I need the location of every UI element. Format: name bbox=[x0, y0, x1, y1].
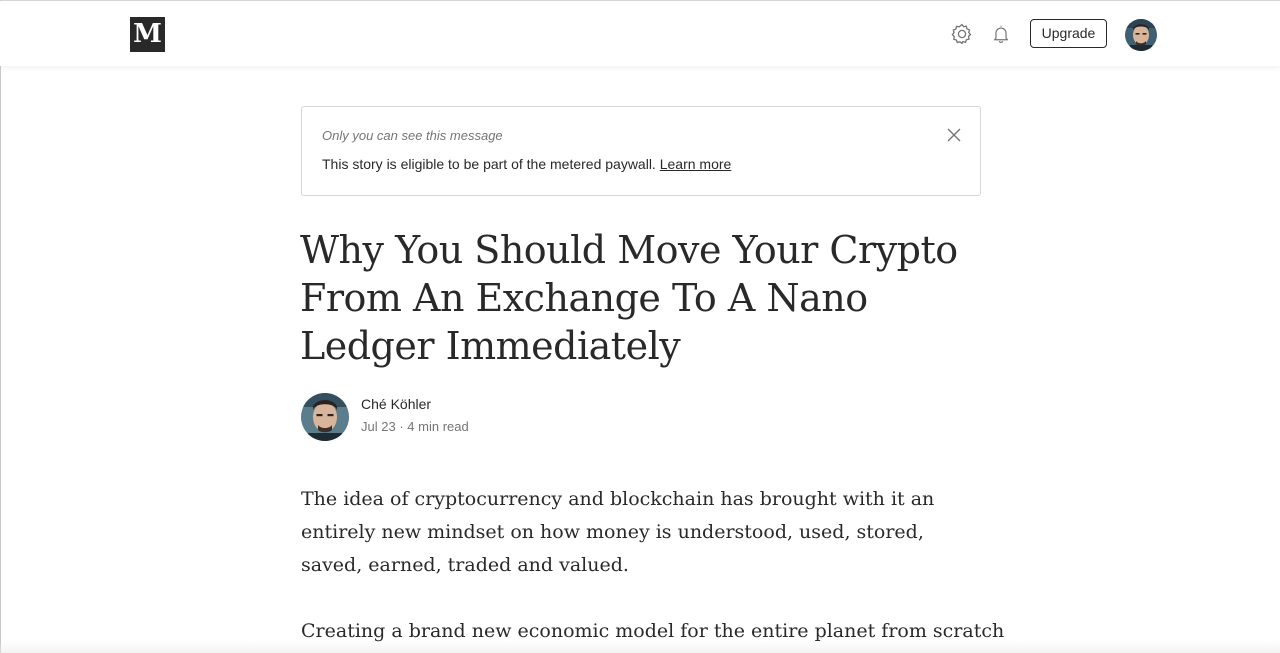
notice-title: Only you can see this message bbox=[322, 128, 503, 143]
publish-date: Jul 23 bbox=[361, 419, 396, 434]
gear-icon[interactable] bbox=[949, 21, 975, 47]
user-avatar[interactable] bbox=[1125, 19, 1157, 51]
upgrade-button[interactable]: Upgrade bbox=[1030, 19, 1107, 48]
notice-body-text: This story is eligible to be part of the… bbox=[322, 156, 656, 172]
notice-body: This story is eligible to be part of the… bbox=[322, 156, 731, 172]
close-icon[interactable] bbox=[944, 125, 964, 145]
author-name[interactable]: Ché Köhler bbox=[361, 396, 431, 412]
article-paragraph: The idea of cryptocurrency and blockchai… bbox=[301, 488, 935, 576]
author-avatar[interactable] bbox=[301, 393, 349, 441]
paywall-notice: Only you can see this message This story… bbox=[301, 106, 981, 196]
learn-more-link[interactable]: Learn more bbox=[660, 156, 732, 172]
top-navigation-bar: M Upgrade bbox=[0, 1, 1280, 66]
meta-separator: · bbox=[399, 419, 404, 434]
article-meta: Jul 23 · 4 min read bbox=[361, 419, 469, 434]
article-paragraph: Creating a brand new economic model for … bbox=[301, 620, 1005, 642]
bell-icon[interactable] bbox=[988, 21, 1014, 47]
read-time: 4 min read bbox=[407, 419, 469, 434]
window-left-edge bbox=[0, 0, 1, 653]
article-title: Why You Should Move Your Crypto From An … bbox=[300, 228, 958, 368]
medium-logo[interactable]: M bbox=[130, 17, 165, 52]
